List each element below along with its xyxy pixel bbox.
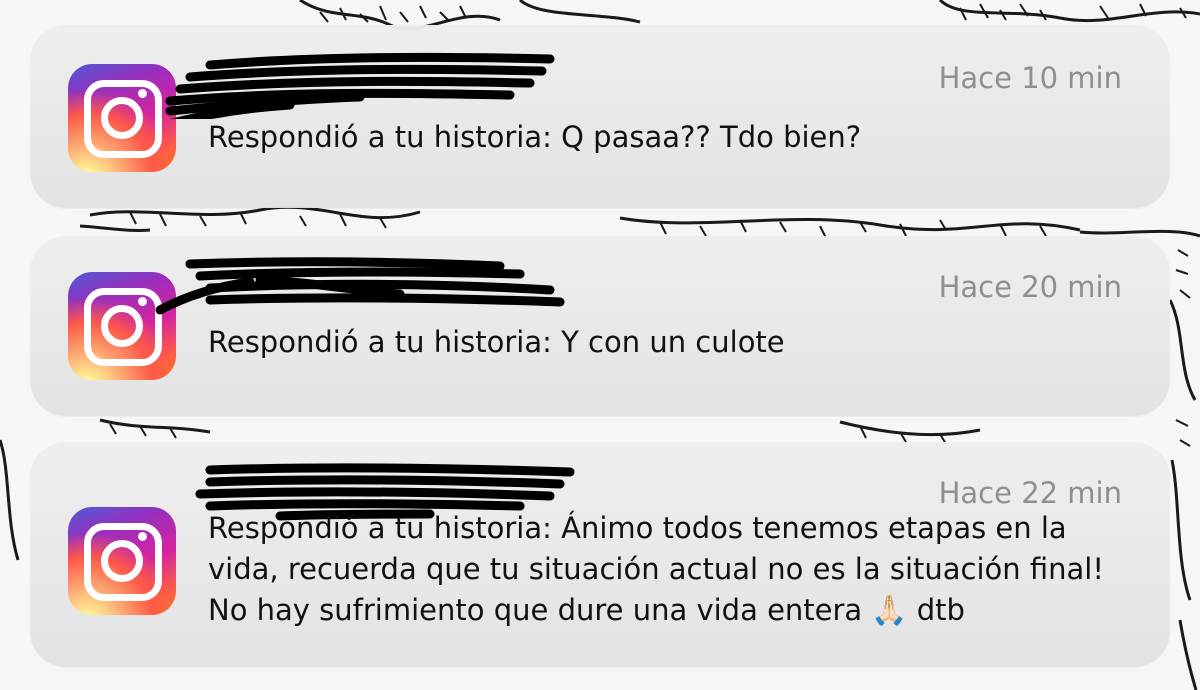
notification-message-text: Respondió a tu historia: Ánimo todos ten…	[208, 511, 1104, 627]
camera-lens	[101, 97, 143, 139]
notification-message: Respondió a tu historia: Ánimo todos ten…	[208, 508, 1138, 631]
notification-time: Hace 10 min	[938, 61, 1122, 95]
camera-lens	[101, 305, 143, 347]
notification-message: Respondió a tu historia: Y con un culote	[208, 325, 785, 359]
camera-flash-dot	[138, 532, 147, 541]
camera-flash-dot	[138, 297, 147, 306]
notification-time: Hace 22 min	[938, 476, 1122, 510]
notification-message: Respondió a tu historia: Q pasaa?? Tdo b…	[208, 120, 862, 154]
notification-card[interactable]: Hace 22 min Respondió a tu historia: Áni…	[30, 442, 1170, 667]
praying-hands-emoji: 🙏🏻	[871, 593, 908, 627]
camera-lens	[101, 540, 143, 582]
redacted-sender-name	[165, 52, 555, 119]
notification-card[interactable]: Hace 10 min Respondió a tu historia: Q p…	[30, 25, 1170, 208]
redacted-sender-name	[155, 257, 565, 315]
notification-time: Hace 20 min	[938, 270, 1122, 304]
camera-flash-dot	[138, 89, 147, 98]
notification-message-suffix: dtb	[907, 593, 965, 627]
notification-card[interactable]: Hace 20 min Respondió a tu historia: Y c…	[30, 236, 1170, 416]
